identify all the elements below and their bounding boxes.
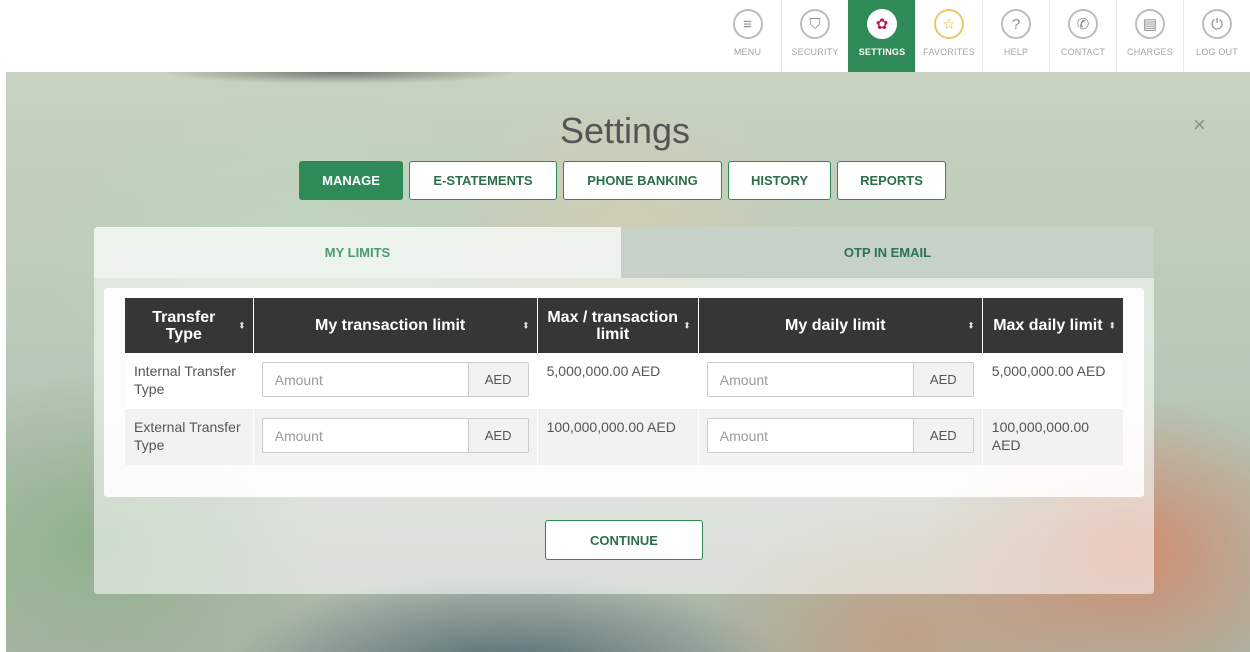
- tab-e-statements[interactable]: E-STATEMENTS: [409, 161, 557, 200]
- sort-icon: ⬍: [238, 320, 246, 330]
- max-daily-limit-cell: 5,000,000.00 AED: [982, 353, 1123, 409]
- limits-table-container: Transfer Type ⬍ My transaction limit ⬍ Max…: [104, 288, 1144, 497]
- currency-addon: AED: [467, 363, 528, 396]
- question-icon: ?: [1001, 9, 1031, 39]
- nav-settings-label: SETTINGS: [858, 47, 906, 57]
- my-transaction-limit-cell: AED: [253, 409, 538, 465]
- my-daily-limit-cell: AED: [698, 409, 983, 465]
- my-daily-limit-cell: AED: [698, 353, 983, 409]
- nav-help[interactable]: ? HELP: [982, 0, 1049, 72]
- my-daily-limit-input[interactable]: [707, 363, 913, 396]
- nav-charges-label: CHARGES: [1127, 47, 1173, 57]
- top-navigation: ≡ MENU ⛉ SECURITY ✿ SETTINGS ☆ FAVORITES…: [714, 0, 1250, 72]
- max-transaction-limit-cell: 100,000,000.00 AED: [537, 409, 699, 465]
- document-icon: ▤: [1135, 9, 1165, 39]
- sort-icon: ⬍: [522, 320, 530, 330]
- nav-settings[interactable]: ✿ SETTINGS: [848, 0, 915, 72]
- column-header-my-transaction-limit[interactable]: My transaction limit ⬍: [253, 298, 538, 353]
- nav-menu-label: MENU: [733, 47, 762, 57]
- shield-icon: ⛉: [800, 9, 830, 39]
- phone-icon: ✆: [1068, 9, 1098, 39]
- nav-favorites-label: FAVORITES: [923, 47, 975, 57]
- transfer-type-cell: Internal Transfer Type: [125, 353, 254, 409]
- limits-table: Transfer Type ⬍ My transaction limit ⬍ Max…: [125, 298, 1123, 465]
- currency-addon: AED: [912, 419, 973, 452]
- table-row: Internal Transfer Type AED 5,000,000.00 …: [125, 353, 1123, 409]
- column-header-max-transaction-limit[interactable]: Max / transaction limit ⬍: [537, 298, 699, 353]
- my-daily-limit-field: AED: [706, 418, 974, 453]
- star-icon: ☆: [934, 9, 964, 39]
- my-daily-limit-field: AED: [706, 362, 974, 397]
- nav-logout[interactable]: ⏻ LOG OUT: [1183, 0, 1250, 72]
- my-daily-limit-input[interactable]: [707, 419, 913, 452]
- menu-icon: ≡: [732, 9, 763, 39]
- top-bar: ≡ MENU ⛉ SECURITY ✿ SETTINGS ☆ FAVORITES…: [0, 0, 1250, 72]
- nav-security-label: SECURITY: [791, 47, 839, 57]
- tab-phone-banking[interactable]: PHONE BANKING: [563, 161, 722, 200]
- column-header-max-daily-limit[interactable]: Max daily limit ⬍: [982, 298, 1123, 353]
- my-transaction-limit-input[interactable]: [262, 419, 468, 452]
- nav-menu[interactable]: ≡ MENU: [714, 0, 781, 72]
- my-transaction-limit-cell: AED: [253, 353, 538, 409]
- transfer-type-cell: External Transfer Type: [125, 409, 254, 465]
- column-header-label: My transaction limit: [314, 317, 466, 334]
- my-transaction-limit-field: AED: [261, 362, 529, 397]
- sort-icon: ⬍: [683, 320, 691, 330]
- background-shadow: [160, 72, 520, 96]
- subtabs: MY LIMITS OTP IN EMAIL: [94, 227, 1154, 278]
- tab-history[interactable]: HISTORY: [728, 161, 831, 200]
- my-transaction-limit-input[interactable]: [262, 363, 468, 396]
- column-header-label: Max daily limit: [993, 317, 1103, 334]
- continue-button[interactable]: CONTINUE: [545, 520, 703, 560]
- power-icon: ⏻: [1202, 9, 1232, 39]
- nav-favorites[interactable]: ☆ FAVORITES: [915, 0, 982, 72]
- nav-contact-label: CONTACT: [1060, 47, 1106, 57]
- my-transaction-limit-field: AED: [261, 418, 529, 453]
- table-header-row: Transfer Type ⬍ My transaction limit ⬍ Max…: [125, 298, 1123, 353]
- subtab-my-limits[interactable]: MY LIMITS: [94, 227, 621, 278]
- tab-manage[interactable]: MANAGE: [299, 161, 403, 200]
- nav-security[interactable]: ⛉ SECURITY: [781, 0, 848, 72]
- table-row: External Transfer Type AED 100,000,000.0…: [125, 409, 1123, 465]
- page-title: Settings: [559, 110, 691, 151]
- column-header-my-daily-limit[interactable]: My daily limit ⬍: [698, 298, 983, 353]
- column-header-transfer-type[interactable]: Transfer Type ⬍: [125, 298, 254, 353]
- subtab-otp-in-email[interactable]: OTP IN EMAIL: [621, 227, 1154, 278]
- sort-icon: ⬍: [1108, 320, 1116, 330]
- nav-contact[interactable]: ✆ CONTACT: [1049, 0, 1116, 72]
- max-transaction-limit-cell: 5,000,000.00 AED: [537, 353, 699, 409]
- nav-charges[interactable]: ▤ CHARGES: [1116, 0, 1183, 72]
- sort-icon: ⬍: [967, 320, 975, 330]
- settings-tabs: MANAGE E-STATEMENTS PHONE BANKING HISTOR…: [299, 161, 946, 200]
- currency-addon: AED: [467, 419, 528, 452]
- max-daily-limit-cell: 100,000,000.00 AED: [982, 409, 1123, 465]
- tab-reports[interactable]: REPORTS: [837, 161, 946, 200]
- column-header-label: My daily limit: [785, 317, 886, 334]
- gear-icon: ✿: [867, 9, 897, 39]
- column-header-label: Max / transaction limit: [547, 308, 679, 343]
- column-header-label: Transfer Type: [152, 308, 216, 343]
- nav-help-label: HELP: [1003, 47, 1029, 57]
- nav-logout-label: LOG OUT: [1196, 47, 1238, 57]
- currency-addon: AED: [912, 363, 973, 396]
